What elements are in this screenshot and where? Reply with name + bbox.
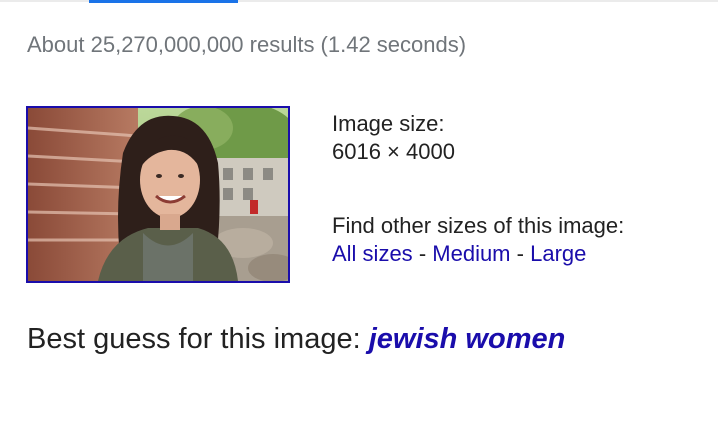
result-stats: About 25,270,000,000 results (1.42 secon… xyxy=(27,32,467,57)
active-tab-indicator xyxy=(89,0,238,3)
best-guess-label: Best guess for this image: xyxy=(27,323,361,355)
best-guess: Best guess for this image: jewish women xyxy=(27,323,565,356)
best-guess-query-link[interactable]: jewish women xyxy=(369,323,566,355)
large-size-link[interactable]: Large xyxy=(530,241,586,266)
size-separator: - xyxy=(418,241,427,266)
size-separator: - xyxy=(516,241,524,266)
other-sizes-label: Find other sizes of this image: xyxy=(332,213,625,238)
image-info-panel: Image size: 6016 × 4000 Find other sizes… xyxy=(332,110,624,268)
image-size-label: Image size: xyxy=(332,111,445,136)
all-sizes-link[interactable]: All sizes xyxy=(332,241,413,266)
size-links: All sizes - Medium - Large xyxy=(332,240,624,268)
search-results-page: About 25,270,000,000 results (1.42 secon… xyxy=(0,0,718,432)
medium-size-link[interactable]: Medium xyxy=(432,241,510,266)
query-image-thumbnail xyxy=(28,108,288,281)
image-thumbnail-link[interactable] xyxy=(26,106,290,283)
image-size-value: 6016 × 4000 xyxy=(332,139,455,164)
